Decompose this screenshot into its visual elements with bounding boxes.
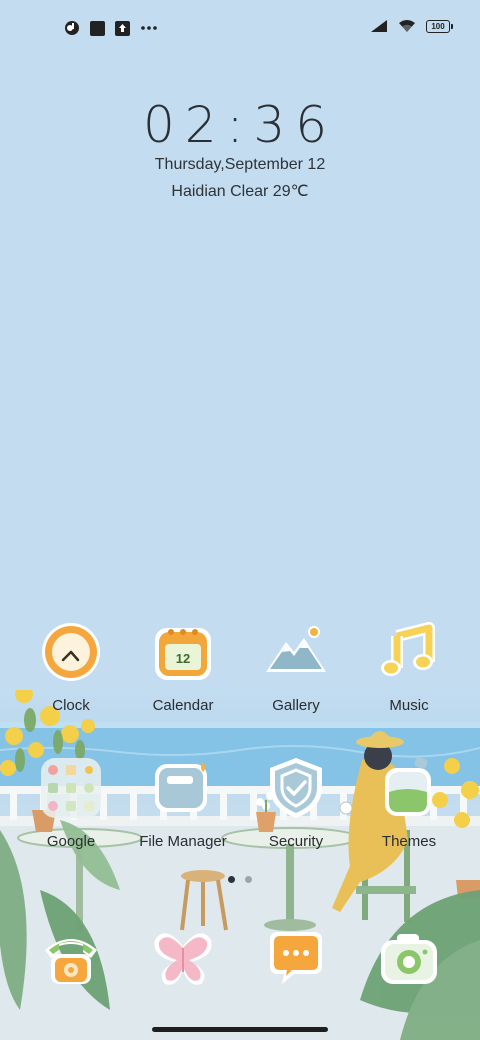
clock-date[interactable]: Thursday,September 12 (0, 156, 480, 174)
clock-time[interactable]: 02:36 (0, 96, 480, 154)
wifi-icon (399, 20, 415, 32)
upload-notification-icon (115, 20, 130, 36)
app-music[interactable]: Music (353, 620, 465, 714)
butterfly-icon (154, 933, 212, 985)
app-calendar[interactable]: 12 Calendar (127, 620, 239, 714)
app-label: Clock (52, 697, 90, 714)
app-security[interactable]: Security (240, 756, 352, 850)
security-shield-icon (270, 758, 322, 818)
dock-butterfly[interactable] (127, 926, 239, 995)
dock-messages[interactable] (240, 926, 352, 995)
battery-level: 100 (431, 21, 445, 31)
square-notification-icon (90, 20, 105, 36)
home-indicator-bar[interactable] (152, 1027, 328, 1032)
music-icon (381, 622, 435, 676)
calendar-icon: 12 (155, 628, 211, 680)
page-dot-1[interactable] (228, 876, 235, 883)
battery-icon: 100 (426, 19, 453, 33)
status-bar: 100 (0, 16, 480, 40)
app-label: File Manager (139, 833, 227, 850)
camera-icon (381, 934, 437, 984)
notification-app-icon (65, 21, 79, 35)
clock-icon (42, 623, 100, 681)
messages-icon (270, 932, 322, 984)
cellular-signal-icon (371, 20, 387, 32)
calendar-icon-day: 12 (176, 651, 190, 666)
app-clock[interactable]: Clock (15, 620, 127, 714)
clock-weather[interactable]: Haidian Clear 29℃ (0, 181, 480, 201)
app-label: Music (389, 697, 429, 714)
system-indicators: 100 (370, 19, 453, 33)
app-themes[interactable]: Themes (353, 756, 465, 850)
gallery-icon (266, 626, 326, 672)
app-label: Security (268, 833, 324, 850)
app-label: Themes (381, 833, 437, 850)
app-label: Google (46, 833, 96, 850)
app-label: Calendar (152, 697, 214, 714)
file-manager-icon (155, 762, 207, 812)
phone-icon (45, 939, 97, 984)
dock-camera[interactable] (353, 926, 465, 995)
app-label: Gallery (272, 697, 320, 714)
app-gallery[interactable]: Gallery (240, 620, 352, 714)
more-notifications-icon (141, 26, 157, 30)
notification-icons (64, 20, 158, 36)
page-dot-2[interactable] (245, 876, 252, 883)
app-folder-google[interactable]: Google (15, 756, 127, 850)
themes-icon (385, 757, 431, 816)
home-screen: 100 02:36 Thursday,September 12 Haidian … (0, 0, 480, 1040)
app-file-manager[interactable]: File Manager (127, 756, 239, 850)
page-indicator[interactable] (0, 876, 480, 883)
dock-phone[interactable] (15, 926, 127, 995)
google-folder-icon (41, 758, 101, 818)
